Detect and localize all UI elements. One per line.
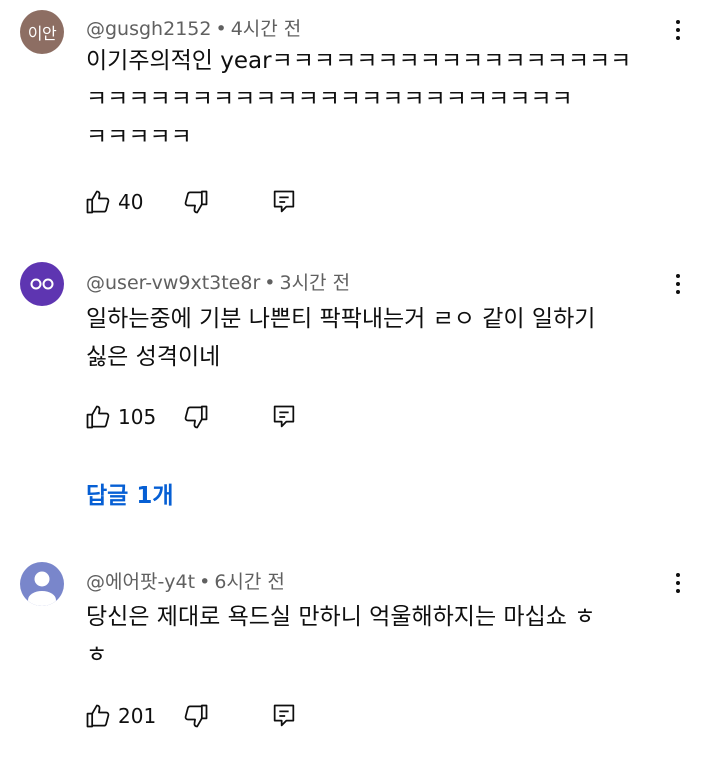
thumbs-down-icon: [184, 704, 208, 728]
like-button[interactable]: 201: [84, 700, 156, 732]
comment-actions: 201: [84, 700, 324, 732]
avatar[interactable]: [20, 562, 64, 606]
comment-time[interactable]: 6시간 전: [214, 571, 285, 593]
reply-icon: [273, 704, 295, 727]
more-options-icon[interactable]: [664, 567, 692, 599]
comment-item: @에어팟-y4t • 6시간 전 당신은 제대로 욕드실 만하니 억울해하지는 마십…: [0, 0, 720, 757]
comment-meta: @에어팟-y4t • 6시간 전: [86, 567, 285, 594]
meta-separator: •: [199, 571, 211, 593]
dislike-button[interactable]: [182, 700, 210, 732]
like-count: 201: [118, 704, 157, 728]
comment-text: 당신은 제대로 욕드실 만하니 억울해하지는 마십쇼 ㅎ ㅎ: [86, 604, 596, 668]
default-person-avatar-icon: [28, 571, 56, 606]
thumbs-up-icon: [86, 704, 110, 728]
comment-author[interactable]: @에어팟-y4t: [86, 571, 195, 593]
reply-button[interactable]: [270, 700, 298, 732]
